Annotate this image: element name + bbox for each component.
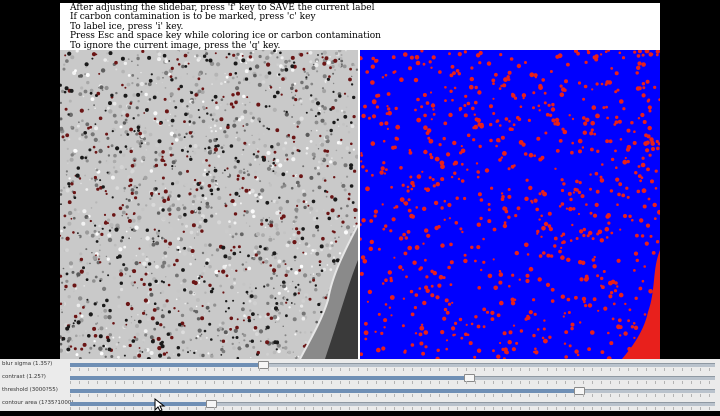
slider-track[interactable]	[70, 400, 715, 408]
slider-ticks	[70, 407, 715, 410]
slider-label: contour area (1?35?1000)	[2, 400, 74, 406]
slider-label: threshold (3000?55)	[2, 387, 58, 393]
slider-track[interactable]	[70, 374, 715, 382]
slider-fill	[70, 389, 580, 393]
slider-fill	[70, 363, 264, 367]
mouse-pointer-icon	[154, 398, 166, 412]
slider-track[interactable]	[70, 387, 715, 395]
slider-track[interactable]	[70, 361, 715, 369]
image-panel[interactable]	[60, 50, 660, 359]
slider-ticks	[70, 381, 715, 384]
slider-ticks	[70, 394, 715, 397]
slider-controls: blur sigma (1.35?) contrast (1.25?) thre…	[0, 359, 720, 411]
slider-blur-sigma[interactable]: blur sigma (1.35?)	[0, 359, 720, 372]
instructions-panel: After adjusting the slidebar, press 'f' …	[60, 3, 660, 51]
slider-label: blur sigma (1.35?)	[2, 361, 53, 367]
slider-label: contrast (1.25?)	[2, 374, 46, 380]
micrograph-image[interactable]	[60, 50, 358, 359]
label-mask-image[interactable]	[360, 50, 660, 359]
slider-contrast[interactable]: contrast (1.25?)	[0, 372, 720, 385]
slider-ticks	[70, 368, 715, 371]
slider-fill	[70, 402, 212, 406]
slider-fill	[70, 376, 470, 380]
slider-threshold[interactable]: threshold (3000?55)	[0, 385, 720, 398]
slider-contour-area[interactable]: contour area (1?35?1000)	[0, 398, 720, 411]
